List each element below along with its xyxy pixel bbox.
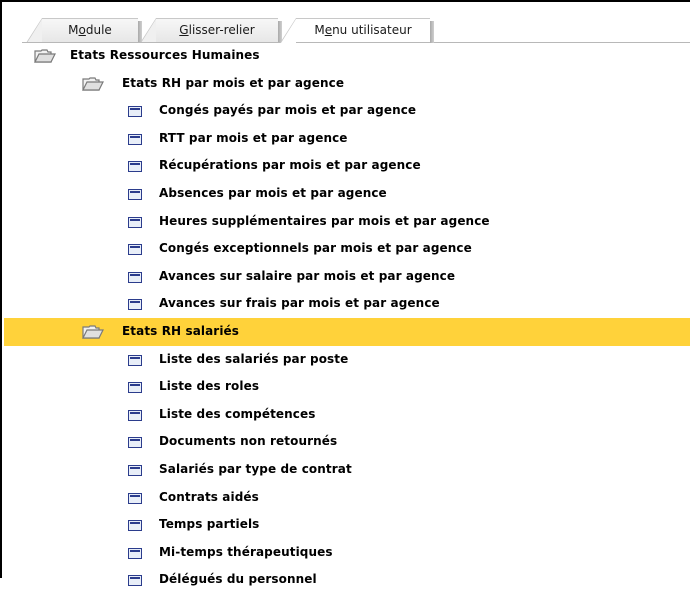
tab-menu-utilisateur-label: Menu utilisateur [314,23,412,37]
tree-report-item[interactable]: Avances sur salaire par mois et par agen… [4,263,690,291]
tree-folder-root[interactable]: Etats Ressources Humaines [4,42,690,70]
tab-menu-utilisateur[interactable]: Menu utilisateur [280,18,434,43]
tree-item-label: Etats Ressources Humaines [70,48,260,62]
tree-item-label: Délégués du personnel [159,572,317,587]
tree-report-item[interactable]: Liste des compétences [4,401,690,429]
tree-report-item[interactable]: Heures supplémentaires par mois et par a… [4,208,690,236]
tree-report-item[interactable]: Absences par mois et par agence [4,180,690,208]
report-icon [128,520,142,532]
folder-open-icon [82,76,104,91]
tree-item-label: Avances sur frais par mois et par agence [159,296,440,311]
tree-item-label: Liste des roles [159,379,260,394]
report-icon [128,492,142,504]
tree-report-item[interactable]: Récupérations par mois et par agence [4,152,690,180]
report-icon [128,409,142,421]
report-icon [128,133,142,145]
tab-glisser-relier[interactable]: Glisser-relier [140,18,282,43]
tree-item-label: Liste des compétences [159,406,316,421]
report-icon [128,188,142,200]
tab-module[interactable]: Module [26,18,142,43]
folder-open-icon [34,49,56,63]
tree-item-label: Heures supplémentaires par mois et par a… [159,213,490,228]
report-icon [128,547,142,559]
tree-item-label: Liste des salariés par poste [159,351,349,366]
tree-folder-group[interactable]: Etats RH par mois et par agence [4,70,690,98]
report-icon [128,299,142,311]
tree-folder-group[interactable]: Etats RH salariés [4,317,690,346]
tree-report-item[interactable]: Congés payés par mois et par agence [4,97,690,125]
tree-item-label: Contrats aidés [159,489,259,504]
tree-item-label: Congés exceptionnels par mois et par age… [159,241,472,256]
tree-report-item[interactable]: Documents non retournés [4,428,690,456]
tree-report-item[interactable]: Mi-temps thérapeutiques [4,539,690,567]
report-icon [128,216,142,228]
report-icon [128,106,142,118]
tree-report-item[interactable]: Contrats aidés [4,484,690,512]
tree-item-label: Etats RH par mois et par agence [122,75,345,90]
report-icon [128,354,142,366]
tab-glisser-relier-label: Glisser-relier [179,23,255,37]
report-icon [128,464,142,476]
tree-report-item[interactable]: Salariés par type de contrat [4,456,690,484]
report-icon [128,161,142,173]
tree-report-item[interactable]: Liste des salariés par poste [4,346,690,374]
report-icon [128,382,142,394]
tree-item-label: RTT par mois et par agence [159,130,348,145]
tree-report-item[interactable]: RTT par mois et par agence [4,125,690,153]
tree-item-label: Absences par mois et par agence [159,185,387,200]
tree-item-label: Mi-temps thérapeutiques [159,544,333,559]
tree-item-label: Documents non retournés [159,434,338,449]
tree-item-label: Congés payés par mois et par agence [159,103,417,118]
report-icon [128,437,142,449]
tree-view: Etats Ressources Humaines Etats RH par mo… [4,42,690,594]
tree-report-item[interactable]: Avances sur frais par mois et par agence [4,290,690,318]
window-frame: Module Glisser-relier Menu utilisateur E… [0,0,690,587]
tree-report-item[interactable]: Liste des roles [4,373,690,401]
report-icon [128,244,142,256]
folder-open-icon [82,325,104,339]
tree-item-label: Avances sur salaire par mois et par agen… [159,268,456,283]
tab-module-label: Module [68,23,112,37]
tree-report-item[interactable]: Délégués du personnel [4,566,690,594]
tab-strip: Module Glisser-relier Menu utilisateur [4,4,690,43]
tree-report-item[interactable]: Temps partiels [4,511,690,539]
tree-item-label: Etats RH salariés [122,323,240,338]
tree-report-item[interactable]: Congés exceptionnels par mois et par age… [4,235,690,263]
tree-item-label: Temps partiels [159,517,260,532]
tree-item-label: Récupérations par mois et par agence [159,158,421,173]
tree-item-label: Salariés par type de contrat [159,461,352,476]
report-icon [128,271,142,283]
report-icon [128,575,142,587]
